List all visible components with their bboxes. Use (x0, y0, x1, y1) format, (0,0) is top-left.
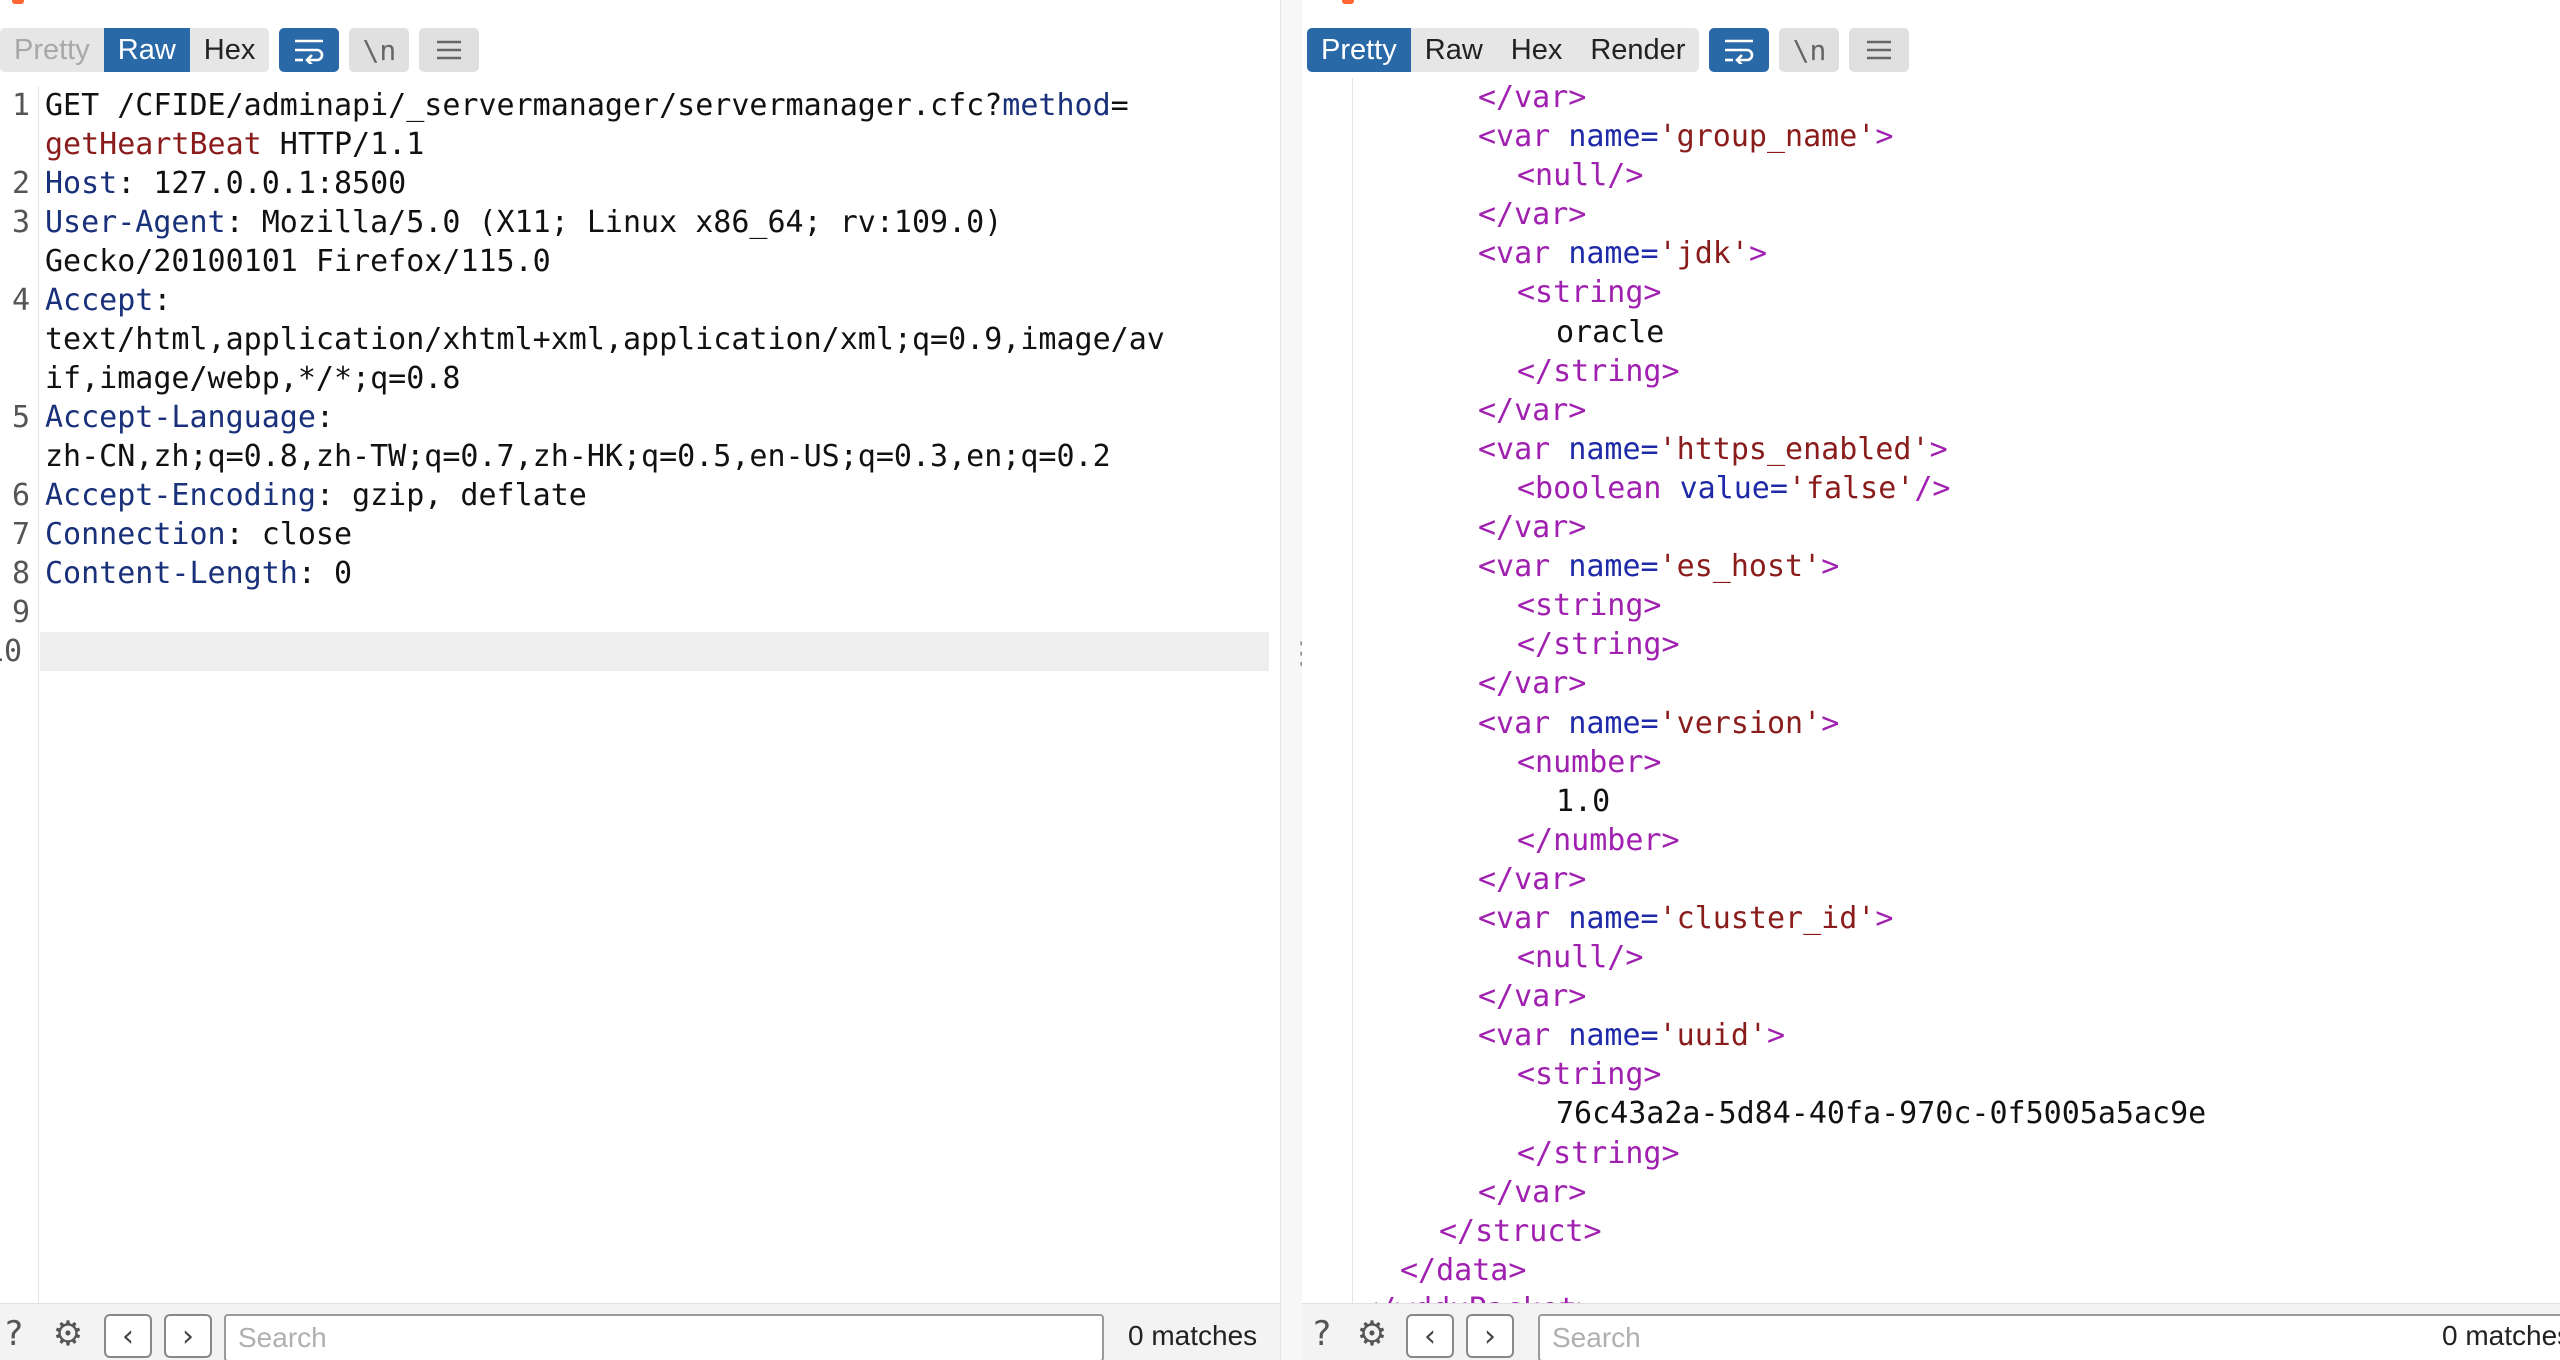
response-toolbar: Pretty Raw Hex Render \n (1307, 26, 1910, 74)
previous-match-button[interactable]: ‹ (1406, 1314, 1454, 1358)
drag-handle-icon[interactable]: ⋮ (1287, 639, 1317, 669)
code-line: Gecko/20100101 Firefox/115.0 (45, 244, 551, 279)
gear-icon[interactable]: ⚙ (48, 1314, 88, 1354)
code-line: <var name='group_name'> (1478, 119, 1894, 155)
code-line: <string> (1517, 588, 1662, 624)
request-view-tabs: Pretty Raw Hex (0, 28, 270, 72)
code-line: <var name='https_enabled'> (1478, 431, 1948, 467)
tab-render[interactable]: Render (1576, 28, 1699, 72)
response-view-tabs: Pretty Raw Hex Render (1307, 28, 1700, 72)
code-line: </var> (1478, 666, 1587, 702)
code-line: oracle (1556, 314, 1665, 350)
code-line: <boolean value='false'/> (1517, 470, 1951, 506)
code-line: <string> (1517, 1057, 1662, 1093)
code-line: text/html,application/xhtml+xml,applicat… (45, 322, 1165, 357)
response-editor[interactable]: </var> <var name='group_name'> <null/> <… (1302, 78, 2560, 1306)
code-line: <var name='uuid'> (1478, 1018, 1786, 1054)
newline-label: \n (362, 33, 397, 67)
pane-divider[interactable] (1280, 0, 1304, 1360)
request-code: 1 GET /CFIDE/adminapi/_servermanager/serv… (0, 86, 1280, 671)
search-input[interactable] (224, 1314, 1104, 1360)
request-pane: Pretty Raw Hex \n 1 GET /CFIDE/adminapi/_… (0, 0, 1280, 1360)
code-line: </var> (1478, 392, 1587, 428)
code-line: 9 (11, 595, 30, 630)
code-line: <var name='version'> (1478, 705, 1840, 741)
code-line: <string> (1517, 275, 1662, 311)
code-line: </string> (1517, 1135, 1680, 1171)
response-pane: Pretty Raw Hex Render \n </var> <var nam… (1302, 0, 2560, 1360)
newline-label: \n (1792, 33, 1827, 67)
code-line: <null/> (1517, 158, 1644, 194)
code-line: 2 Host: 127.0.0.1:8500 (11, 166, 407, 201)
code-line: </var> (1478, 197, 1587, 233)
gear-icon[interactable]: ⚙ (1352, 1314, 1392, 1354)
code-line: </string> (1517, 353, 1680, 389)
code-line: </var> (1478, 1174, 1587, 1210)
code-line: </data> (1400, 1252, 1527, 1288)
menu-icon[interactable] (1849, 28, 1910, 72)
previous-match-button[interactable]: ‹ (104, 1314, 152, 1358)
code-line: if,image/webp,*/*;q=0.8 (45, 361, 461, 396)
code-line: <var name='es_host'> (1478, 549, 1840, 585)
code-line: <var name='cluster_id'> (1478, 900, 1894, 936)
search-input[interactable] (1538, 1314, 2560, 1360)
current-code-line: 10 (0, 632, 1280, 671)
show-newlines-button[interactable]: \n (349, 28, 410, 72)
code-line: 1.0 (1556, 783, 1611, 819)
code-line: 1 GET /CFIDE/adminapi/_servermanager/serv… (11, 88, 1129, 123)
next-match-button[interactable]: › (1466, 1314, 1514, 1358)
code-line: <number> (1517, 744, 1662, 780)
current-line-highlight (40, 632, 1269, 671)
response-code: </var> <var name='group_name'> <null/> <… (1302, 78, 2560, 1306)
top-accent-bar (1302, 0, 2560, 4)
next-match-button[interactable]: › (164, 1314, 212, 1358)
code-line: 7 Connection: close (11, 517, 353, 552)
code-line: </var> (1478, 979, 1587, 1015)
tab-raw[interactable]: Raw (1411, 28, 1497, 72)
help-icon[interactable]: ? (1302, 1314, 1342, 1354)
wrap-lines-icon[interactable] (279, 28, 340, 72)
code-line: 4 Accept: (11, 283, 172, 318)
request-toolbar: Pretty Raw Hex \n (0, 26, 480, 74)
code-line: 6 Accept-Encoding: gzip, deflate (11, 478, 587, 513)
code-line: 76c43a2a-5d84-40fa-970c-0f5005a5ac9e (1556, 1096, 2207, 1132)
tab-hex[interactable]: Hex (1497, 28, 1577, 72)
code-line: </struct> (1439, 1213, 1602, 1249)
code-line: </string> (1517, 627, 1680, 663)
code-line: zh-CN,zh;q=0.8,zh-TW;q=0.7,zh-HK;q=0.5,e… (45, 439, 1111, 474)
tab-hex[interactable]: Hex (190, 28, 270, 72)
tab-raw[interactable]: Raw (103, 28, 190, 72)
code-line: </var> (1478, 861, 1587, 897)
help-icon[interactable]: ? (0, 1314, 34, 1354)
response-search-bar: ? ⚙ ‹ › 0 matches (1302, 1303, 2560, 1360)
code-line: <var name='jdk'> (1478, 236, 1767, 272)
menu-icon[interactable] (419, 28, 480, 72)
code-line: 5 Accept-Language: (11, 400, 334, 435)
request-search-bar: ? ⚙ ‹ › 0 matches (0, 1303, 1280, 1360)
code-line: </var> (1478, 80, 1587, 115)
code-line: </number> (1517, 822, 1680, 858)
code-line: 3 User-Agent: Mozilla/5.0 (X11; Linux x86… (11, 205, 1003, 240)
tab-pretty[interactable]: Pretty (1307, 28, 1411, 72)
request-editor[interactable]: 1 GET /CFIDE/adminapi/_servermanager/serv… (0, 86, 1280, 1306)
code-line: getHeartBeat HTTP/1.1 (45, 127, 425, 162)
wrap-lines-icon[interactable] (1709, 28, 1770, 72)
show-newlines-button[interactable]: \n (1779, 28, 1840, 72)
code-line: <null/> (1517, 940, 1644, 976)
tab-pretty[interactable]: Pretty (0, 28, 104, 72)
top-accent-bar (0, 0, 1280, 4)
code-line: 8 Content-Length: 0 (11, 556, 353, 591)
code-line: </var> (1478, 510, 1587, 546)
match-count: 0 matches (1128, 1320, 1258, 1351)
match-count: 0 matches (2442, 1320, 2560, 1351)
